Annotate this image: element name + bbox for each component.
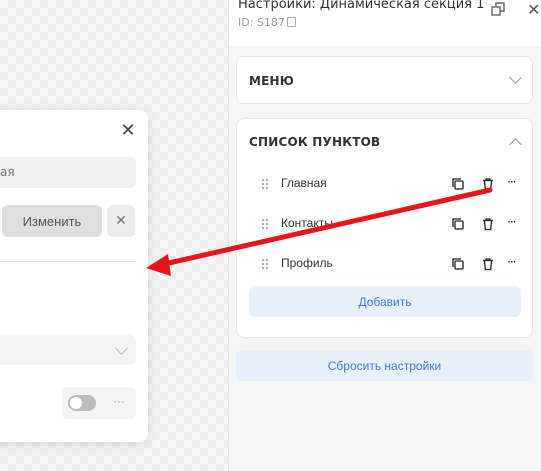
annotation-arrow (146, 187, 493, 276)
